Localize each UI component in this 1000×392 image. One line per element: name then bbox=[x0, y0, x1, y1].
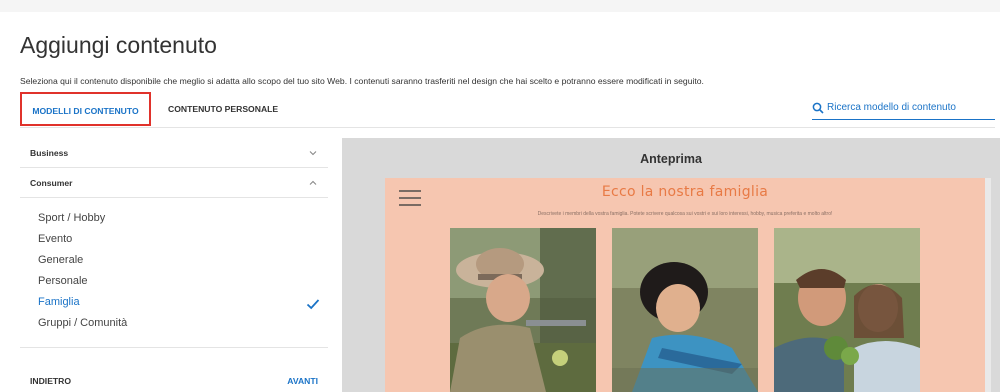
chevron-down-icon bbox=[309, 151, 317, 156]
search-input[interactable]: Ricerca modello di contenuto bbox=[812, 102, 995, 120]
subcategory-gruppi-comunita[interactable]: Gruppi / Comunità bbox=[38, 317, 127, 329]
search-placeholder: Ricerca modello di contenuto bbox=[827, 102, 956, 113]
father-daughter-plants-photo bbox=[774, 228, 920, 392]
top-strip bbox=[0, 0, 1000, 12]
tab-personal-content-label: CONTENUTO PERSONALE bbox=[168, 104, 279, 114]
chevron-up-icon bbox=[309, 180, 317, 185]
preview-scrollbar[interactable] bbox=[985, 178, 991, 392]
subcategory-evento[interactable]: Evento bbox=[38, 233, 72, 245]
subcategory-famiglia[interactable]: Famiglia bbox=[38, 296, 80, 308]
subcategory-personale[interactable]: Personale bbox=[38, 275, 88, 287]
category-business-label: Business bbox=[30, 148, 69, 158]
subcategory-generale[interactable]: Generale bbox=[38, 254, 83, 266]
category-consumer-label: Consumer bbox=[30, 178, 73, 188]
category-business[interactable]: Business bbox=[20, 138, 328, 168]
subcategory-sport-hobby[interactable]: Sport / Hobby bbox=[38, 212, 105, 224]
woman-straw-hat-photo bbox=[450, 228, 596, 392]
category-sidebar: Business Consumer Sport / Hobby Evento G… bbox=[20, 138, 328, 392]
preview-page-title: Ecco la nostra famiglia bbox=[601, 184, 769, 200]
preview-title: Anteprima bbox=[640, 152, 702, 166]
next-button[interactable]: AVANTI bbox=[287, 376, 318, 386]
preview-panel: Anteprima Ecco la nostra famiglia Descri… bbox=[342, 138, 1000, 392]
category-consumer[interactable]: Consumer bbox=[20, 168, 328, 198]
header-divider bbox=[20, 127, 995, 128]
tab-content-models-label: MODELLI DI CONTENUTO bbox=[32, 106, 139, 116]
back-button[interactable]: INDIETRO bbox=[30, 376, 71, 386]
child-lying-photo bbox=[612, 228, 758, 392]
page-description: Seleziona qui il contenuto disponibile c… bbox=[20, 76, 704, 86]
search-icon bbox=[812, 102, 824, 114]
preview-page: Ecco la nostra famiglia Descrivete i mem… bbox=[385, 178, 985, 392]
tab-personal-content[interactable]: CONTENUTO PERSONALE bbox=[168, 92, 278, 126]
preview-page-description: Descrivete i membri della vostra famigli… bbox=[537, 211, 833, 217]
checkmark-icon bbox=[306, 299, 320, 310]
tab-content-models[interactable]: MODELLI DI CONTENUTO bbox=[20, 92, 151, 126]
sidebar-divider bbox=[20, 347, 328, 348]
page-title: Aggiungi contenuto bbox=[20, 32, 217, 58]
